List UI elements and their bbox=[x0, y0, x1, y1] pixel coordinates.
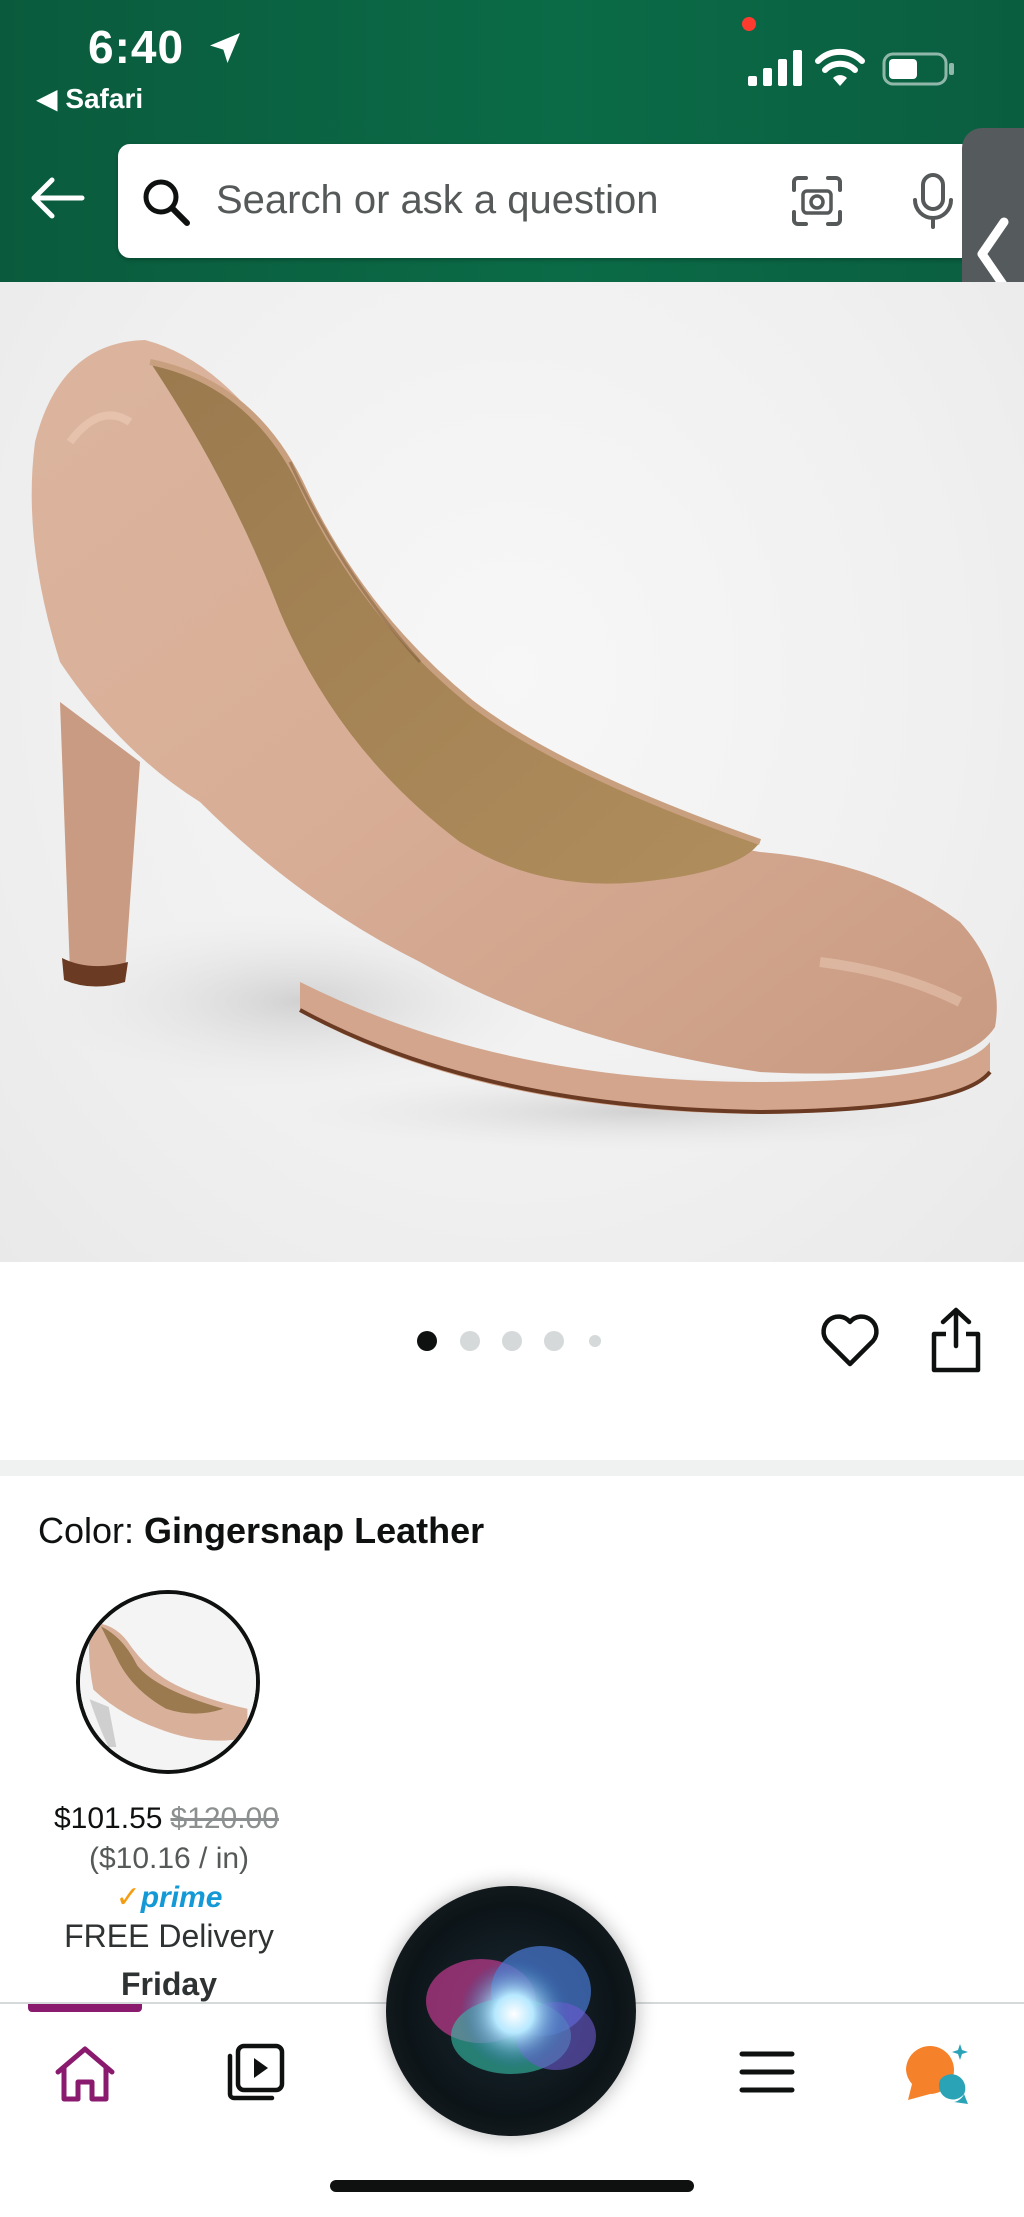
siri-glow-icon bbox=[426, 1946, 596, 2074]
color-heading: Color: Gingersnap Leather bbox=[38, 1510, 484, 1552]
back-arrow-icon[interactable] bbox=[30, 176, 86, 220]
recording-indicator bbox=[742, 17, 756, 31]
video-icon[interactable] bbox=[224, 2042, 286, 2104]
battery-icon bbox=[882, 52, 954, 86]
pump-shoe-image bbox=[31, 340, 1000, 1152]
carousel-dot[interactable] bbox=[460, 1331, 480, 1351]
prime-badge: ✓prime bbox=[54, 1880, 284, 1915]
variant-price: $101.55 bbox=[54, 1802, 163, 1835]
location-arrow-icon bbox=[210, 33, 240, 63]
siri-orb bbox=[386, 1886, 636, 2136]
product-image[interactable] bbox=[0, 282, 1024, 1262]
share-icon[interactable] bbox=[928, 1306, 984, 1374]
delivery-text: FREE Delivery bbox=[64, 1918, 274, 1954]
rufus-icon[interactable] bbox=[900, 2040, 974, 2108]
color-value: Gingersnap Leather bbox=[144, 1510, 485, 1551]
variant-list-price: $120.00 bbox=[170, 1802, 279, 1835]
home-indicator bbox=[330, 2180, 694, 2192]
carousel-dot[interactable] bbox=[544, 1331, 564, 1351]
active-tab-indicator bbox=[28, 2004, 142, 2012]
app-header: 6:40 ◀ Safari Search or ask a question bbox=[0, 0, 1024, 282]
variant-unit-price: ($10.16 / in) bbox=[88, 1842, 250, 1875]
carousel-dot[interactable] bbox=[417, 1331, 437, 1351]
menu-icon[interactable] bbox=[738, 2048, 796, 2096]
delivery-day: Friday bbox=[120, 1966, 218, 2002]
search-input[interactable]: Search or ask a question bbox=[216, 178, 658, 223]
microphone-icon[interactable] bbox=[908, 172, 958, 230]
search-icon bbox=[143, 179, 190, 226]
chevron-left-icon bbox=[977, 217, 1009, 291]
back-to-safari[interactable]: ◀ Safari bbox=[36, 82, 143, 115]
prime-check-icon: ✓ bbox=[115, 1881, 141, 1914]
variant-price-row: $101.55 $120.00 bbox=[54, 1802, 284, 1836]
search-bar[interactable]: Search or ask a question bbox=[118, 144, 998, 258]
camera-search-icon[interactable] bbox=[790, 174, 844, 228]
home-icon[interactable] bbox=[52, 2044, 118, 2104]
cellular-signal-icon bbox=[748, 50, 802, 86]
prime-label: prime bbox=[140, 1881, 223, 1914]
color-swatch-selected[interactable] bbox=[76, 1590, 260, 1774]
status-time: 6:40 bbox=[88, 21, 185, 73]
section-divider bbox=[0, 1460, 1024, 1476]
swatch-shoe-image bbox=[80, 1594, 256, 1770]
carousel-dot[interactable] bbox=[502, 1331, 522, 1351]
carousel-dot[interactable] bbox=[589, 1335, 601, 1347]
color-label: Color: bbox=[38, 1510, 145, 1551]
heart-icon[interactable] bbox=[820, 1312, 880, 1368]
wifi-icon bbox=[815, 48, 865, 86]
